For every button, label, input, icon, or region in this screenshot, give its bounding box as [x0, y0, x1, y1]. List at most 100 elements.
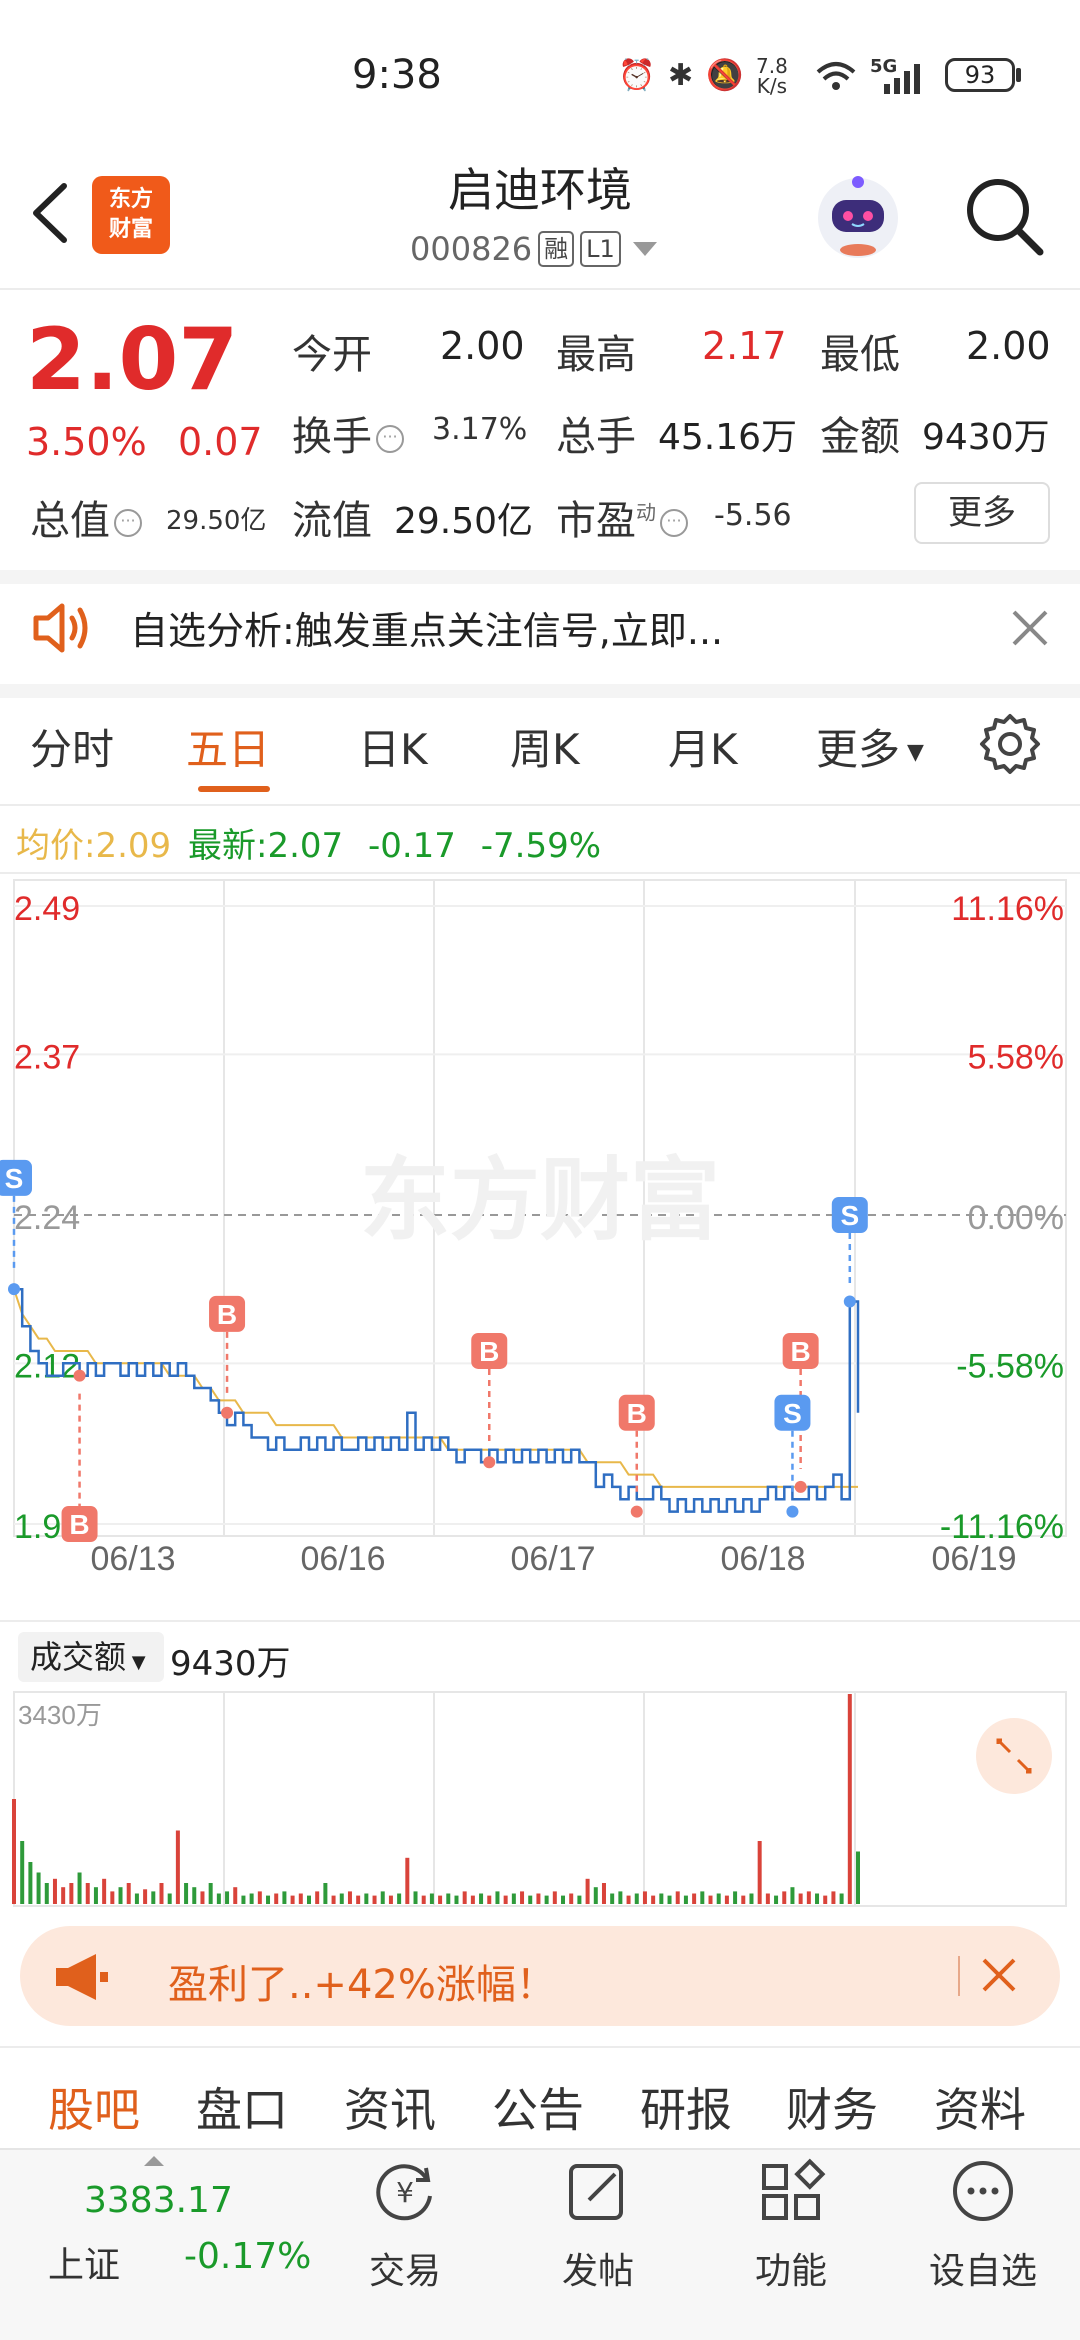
volume-bar: [372, 1895, 377, 1904]
index-change[interactable]: -0.17%: [184, 2236, 311, 2277]
divider: [0, 2046, 1080, 2048]
chevron-up-icon[interactable]: [144, 2156, 164, 2166]
high-label: 最高: [556, 332, 636, 378]
volume-bar: [356, 1895, 361, 1904]
volume-metric-select[interactable]: 成交额 ▼: [18, 1632, 164, 1682]
low-label: 最低: [820, 332, 900, 378]
avg-price-line: [13, 1288, 858, 1488]
tab-announcements[interactable]: 公告: [492, 2074, 584, 2140]
volume-bar: [77, 1872, 82, 1904]
signal-label: B: [627, 1398, 647, 1429]
volume-value: 9430万: [170, 1644, 291, 1684]
y-axis-left: 2.492.372.242.121.99: [14, 890, 80, 1546]
gear-icon[interactable]: [978, 712, 1042, 776]
volume-bar: [651, 1895, 656, 1904]
tab-five-day[interactable]: 五日: [186, 716, 270, 777]
volume-bar: [659, 1893, 664, 1904]
volume-bar: [831, 1891, 836, 1904]
notice-text[interactable]: 自选分析:触发重点关注信号,立即...: [130, 600, 723, 655]
volume-bar: [184, 1883, 189, 1904]
total-mv-value: 29.50亿: [166, 506, 267, 536]
signal-point: [843, 1295, 856, 1308]
info-icon[interactable]: ···: [660, 509, 688, 537]
volume-bar: [552, 1891, 557, 1904]
y-tick-left: 2.24: [14, 1199, 80, 1237]
trade-icon[interactable]: ¥: [370, 2156, 440, 2226]
alarm-icon: ⏰: [618, 58, 656, 93]
volume-chart[interactable]: 3430万: [0, 1690, 1080, 1910]
volume-bar: [93, 1887, 98, 1904]
stock-code: 000826: [410, 230, 533, 268]
tab-profile[interactable]: 资料: [934, 2074, 1026, 2140]
section-gap: [0, 570, 1080, 584]
tab-research[interactable]: 研报: [640, 2074, 732, 2140]
volume-bar: [429, 1893, 434, 1904]
close-icon[interactable]: [976, 1952, 1022, 1998]
x-tick: 06/13: [90, 1540, 175, 1576]
nav-add-watchlist-label[interactable]: 设自选: [908, 2242, 1058, 2294]
volume-bar: [388, 1895, 393, 1904]
volume-bar: [798, 1893, 803, 1904]
net-speed: 7.8 K/s: [756, 54, 788, 98]
tab-monthly-k[interactable]: 月K: [668, 716, 738, 777]
info-icon[interactable]: ···: [114, 509, 142, 537]
x-tick: 06/17: [510, 1540, 595, 1576]
price-series: [13, 1287, 860, 1513]
tab-guba[interactable]: 股吧: [48, 2074, 140, 2140]
volume-bar: [159, 1883, 164, 1904]
volume-bar: [577, 1895, 582, 1904]
functions-icon[interactable]: [756, 2156, 826, 2226]
tab-intraday[interactable]: 分时: [30, 716, 114, 777]
volume-bar: [503, 1895, 508, 1904]
change-percent: 3.50%: [26, 420, 147, 464]
speaker-icon: [33, 603, 88, 653]
volume-bar: [733, 1891, 738, 1904]
bluetooth-icon: ✱: [668, 58, 694, 93]
tab-pankou[interactable]: 盘口: [196, 2074, 288, 2140]
mute-icon: 🔕: [706, 58, 744, 93]
search-icon[interactable]: [958, 170, 1048, 260]
volume-bar: [782, 1891, 787, 1904]
index-value[interactable]: 3383.17: [84, 2180, 233, 2221]
tab-daily-k[interactable]: 日K: [358, 716, 428, 777]
tab-weekly-k[interactable]: 周K: [510, 716, 580, 777]
more-quote-button[interactable]: 更多: [914, 482, 1050, 544]
add-watchlist-icon[interactable]: [948, 2156, 1018, 2226]
ai-assistant-avatar[interactable]: [810, 168, 906, 264]
volume-max-label: 3430万: [18, 1700, 102, 1730]
volume-bar: [380, 1891, 385, 1904]
volume-bar: [569, 1893, 574, 1904]
post-icon[interactable]: [563, 2156, 633, 2226]
volume-bar: [28, 1862, 33, 1904]
volume-bar: [216, 1893, 221, 1904]
high-value: 2.17: [702, 324, 787, 368]
volume-bar: [528, 1895, 533, 1904]
five-day-price-chart[interactable]: 东方财富 2.492.372.242.121.99 11.16%5.58%0.0…: [0, 876, 1080, 1576]
stock-code-row[interactable]: 000826 融 L1: [410, 226, 657, 272]
volume-bar: [438, 1895, 443, 1904]
index-name[interactable]: 上证: [48, 2236, 120, 2288]
signal-label: B: [479, 1336, 499, 1367]
volume-bar: [667, 1895, 672, 1904]
tab-news[interactable]: 资讯: [344, 2074, 436, 2140]
expand-button[interactable]: [976, 1718, 1052, 1794]
volume-bar: [241, 1895, 246, 1904]
x-tick: 06/19: [931, 1540, 1016, 1576]
promo-text[interactable]: 盈利了..+42%涨幅！: [168, 1952, 556, 2010]
volume-bar: [479, 1893, 484, 1904]
info-icon[interactable]: ···: [376, 425, 404, 453]
tab-finance[interactable]: 财务: [786, 2074, 878, 2140]
volume-bar: [315, 1891, 320, 1904]
tab-more[interactable]: 更多 ▼: [816, 716, 924, 777]
volume-bar: [118, 1887, 123, 1904]
caret-down-icon: ▼: [126, 1652, 146, 1673]
active-tab-indicator: [198, 786, 270, 792]
nav-post-label[interactable]: 发帖: [523, 2242, 673, 2294]
nav-trade-label[interactable]: 交易: [330, 2242, 480, 2294]
volume-bar: [683, 1895, 688, 1904]
chevron-down-icon: [632, 242, 657, 256]
promo-divider: [958, 1956, 960, 1996]
nav-functions-label[interactable]: 功能: [716, 2242, 866, 2294]
close-icon[interactable]: [1008, 606, 1052, 650]
volume-bar: [233, 1887, 238, 1904]
